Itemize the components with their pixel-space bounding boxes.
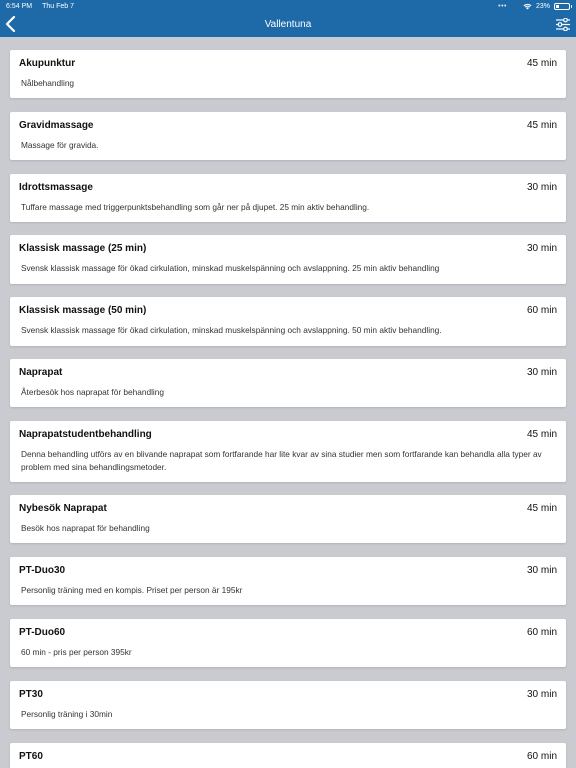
service-name: Gravidmassage — [19, 120, 94, 131]
service-description: Svensk klassisk massage för ökad cirkula… — [21, 325, 442, 335]
wifi-icon — [523, 3, 532, 9]
service-duration: 45 min — [526, 58, 557, 69]
status-right: ••• 23% — [498, 2, 572, 10]
service-card[interactable]: PT60 60 min — [10, 743, 566, 768]
service-name: Klassisk massage (25 min) — [19, 243, 147, 254]
service-card[interactable]: Nybesök Naprapat 45 min Besök hos naprapat… — [10, 495, 566, 543]
service-card[interactable]: Naprapatstudentbehandling 45 min Denna beh… — [10, 421, 566, 482]
service-description: Massage för gravida. — [21, 140, 99, 150]
service-card[interactable]: Naprapat 30 min Återbesök hos naprapat för… — [10, 359, 566, 407]
service-description: Nålbehandling — [21, 78, 75, 88]
service-description: Denna behandling utförs av en blivande n… — [21, 449, 542, 472]
service-description: Tuffare massage med triggerpunktsbehandl… — [21, 202, 370, 212]
service-duration: 45 min — [526, 503, 557, 514]
service-duration: 45 min — [526, 429, 557, 440]
service-duration: 45 min — [526, 120, 557, 131]
service-description: Besök hos naprapat för behandling — [21, 523, 150, 533]
service-name: Akupunktur — [19, 58, 76, 69]
service-description: Personlig träning i 30min — [21, 709, 113, 719]
service-card[interactable]: PT-Duo60 60 min 60 min - pris per person 3… — [10, 619, 566, 667]
service-card[interactable]: PT-Duo30 30 min Personlig träning med en k… — [10, 557, 566, 605]
service-description: Personlig träning med en kompis. Priset … — [21, 585, 243, 595]
service-description: 60 min - pris per person 395kr — [21, 647, 132, 657]
service-name: Naprapatstudentbehandling — [19, 429, 152, 440]
multitasking-dots: ••• — [498, 2, 507, 10]
service-description: Svensk klassisk massage för ökad cirkula… — [21, 263, 440, 273]
service-card[interactable]: PT30 30 min Personlig träning i 30min — [10, 681, 566, 729]
service-name: Naprapat — [19, 367, 63, 378]
battery-icon — [554, 2, 572, 10]
service-duration: 30 min — [526, 243, 557, 254]
status-bar: 6:54 PM Thu Feb 7 ••• 23% — [0, 0, 576, 12]
status-date: Thu Feb 7 — [42, 2, 74, 10]
battery-fill — [556, 4, 559, 8]
service-duration: 60 min — [526, 751, 557, 762]
status-time: 6:54 PM — [6, 2, 33, 10]
sliders-icon[interactable] — [556, 18, 570, 31]
service-duration: 60 min — [526, 627, 557, 638]
service-card[interactable]: Akupunktur 45 min Nålbehandling — [10, 50, 566, 98]
service-duration: 30 min — [526, 689, 557, 700]
service-card[interactable]: Klassisk massage (25 min) 30 min Svensk kl… — [10, 235, 566, 284]
service-list[interactable]: Akupunktur 45 min Nålbehandling Gravidmassa… — [0, 37, 576, 768]
service-duration: 30 min — [526, 182, 557, 193]
service-duration: 30 min — [526, 565, 557, 576]
service-card[interactable]: Klassisk massage (50 min) 60 min Svensk kl… — [10, 297, 566, 346]
page-title: Vallentuna — [264, 19, 312, 30]
service-name: PT-Duo60 — [19, 627, 66, 638]
chevron-left-icon[interactable] — [4, 15, 18, 33]
navigation-bar: Vallentuna — [0, 12, 576, 37]
service-description: Återbesök hos naprapat för behandling — [21, 387, 164, 397]
service-name: Idrottsmassage — [19, 182, 93, 193]
service-name: PT-Duo30 — [19, 565, 66, 576]
service-duration: 30 min — [526, 367, 557, 378]
service-name: PT30 — [19, 689, 43, 700]
battery-percent: 23% — [535, 2, 550, 10]
service-card[interactable]: Gravidmassage 45 min Massage för gravida. — [10, 112, 566, 160]
service-name: Klassisk massage (50 min) — [19, 305, 147, 316]
service-duration: 60 min — [526, 305, 557, 316]
service-name: PT60 — [19, 751, 43, 762]
service-card[interactable]: Idrottsmassage 30 min Tuffare massage med … — [10, 174, 566, 222]
service-name: Nybesök Naprapat — [19, 503, 107, 514]
